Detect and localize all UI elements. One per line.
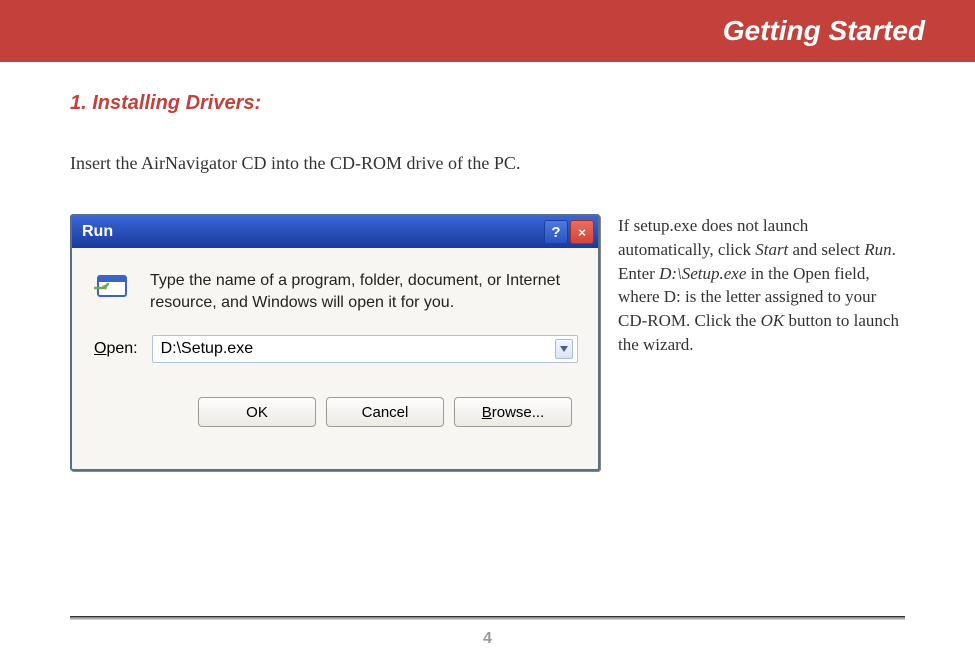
open-label: Open: — [94, 340, 138, 358]
help-button[interactable]: ? — [544, 220, 568, 244]
open-combobox[interactable]: D:\Setup.exe — [152, 335, 578, 363]
help-icon: ? — [551, 224, 560, 241]
intro-text: Insert the AirNavigator CD into the CD-R… — [70, 153, 905, 174]
dialog-button-row: OK Cancel Browse... — [94, 397, 578, 427]
cancel-button[interactable]: Cancel — [326, 397, 444, 427]
run-title-text: Run — [82, 223, 544, 241]
close-button[interactable]: × — [570, 220, 594, 244]
header-bar: Getting Started — [0, 0, 975, 62]
section-heading: 1. Installing Drivers: — [70, 92, 905, 115]
open-value: D:\Setup.exe — [161, 340, 555, 358]
run-dialog: Run ? × — [70, 214, 600, 471]
page-content: 1. Installing Drivers: Insert the AirNav… — [0, 62, 975, 471]
run-message: Type the name of a program, folder, docu… — [150, 270, 578, 313]
ok-button[interactable]: OK — [198, 397, 316, 427]
dropdown-arrow-icon[interactable] — [555, 339, 573, 359]
run-titlebar: Run ? × — [72, 216, 598, 248]
side-description: If setup.exe does not launch automatical… — [618, 214, 905, 357]
page-number: 4 — [0, 630, 975, 648]
footer-rule — [70, 616, 905, 620]
figure-row: Run ? × — [70, 214, 905, 471]
browse-button[interactable]: Browse... — [454, 397, 572, 427]
run-dialog-body: Type the name of a program, folder, docu… — [72, 248, 598, 469]
close-icon: × — [578, 225, 586, 240]
run-icon — [94, 272, 134, 304]
header-title: Getting Started — [723, 15, 925, 47]
